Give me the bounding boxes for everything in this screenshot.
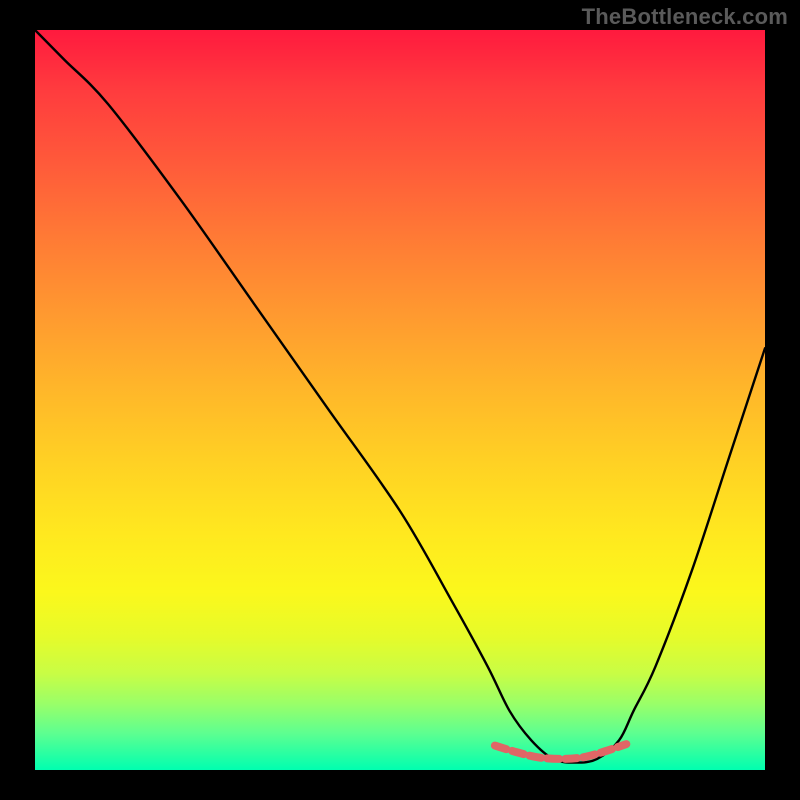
watermark-text: TheBottleneck.com (582, 4, 788, 30)
chart-container: TheBottleneck.com (0, 0, 800, 800)
chart-svg (35, 30, 765, 770)
highlight-band-path (495, 744, 626, 759)
plot-area (35, 30, 765, 770)
bottleneck-curve-path (35, 30, 765, 763)
